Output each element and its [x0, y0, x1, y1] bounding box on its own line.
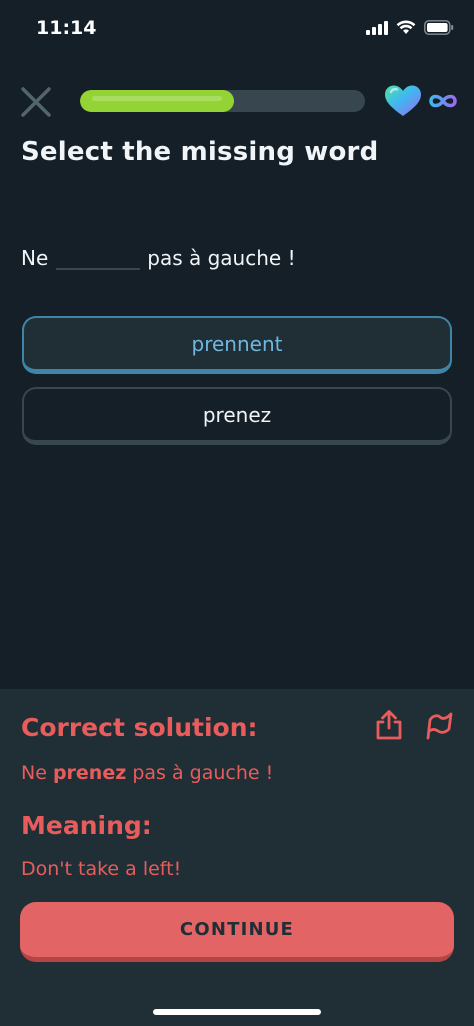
wifi-icon: [396, 20, 416, 34]
status-bar: 11:14: [0, 0, 474, 60]
feedback-panel: Correct solution: Ne prenez pas à gauche…: [0, 689, 474, 1026]
option-prennent[interactable]: prennent: [22, 316, 452, 374]
share-icon[interactable]: [374, 709, 404, 741]
close-icon[interactable]: [18, 84, 54, 120]
heart-icon[interactable]: [384, 84, 422, 118]
correct-solution-text: Ne prenez pas à gauche !: [21, 762, 273, 784]
answer-blank: [56, 232, 141, 270]
challenge-sentence: Ne pas à gauche !: [21, 232, 296, 270]
cellular-signal-icon: [366, 20, 388, 35]
challenge-title: Select the missing word: [21, 137, 379, 167]
solution-answer: prenez: [52, 762, 127, 784]
sentence-suffix: pas à gauche !: [147, 246, 296, 270]
solution-prefix: Ne: [21, 762, 53, 784]
status-time: 11:14: [36, 17, 97, 39]
home-indicator[interactable]: [153, 1009, 321, 1015]
solution-suffix: pas à gauche !: [126, 762, 274, 784]
infinity-icon: [429, 94, 457, 108]
option-prenez[interactable]: prenez: [22, 387, 452, 445]
lesson-progress-bar: [80, 90, 365, 112]
continue-button[interactable]: CONTINUE: [20, 902, 454, 962]
meaning-heading: Meaning:: [21, 811, 152, 840]
battery-icon: [424, 20, 454, 35]
meaning-text: Don't take a left!: [21, 858, 182, 880]
lesson-progress-fill: [80, 90, 234, 112]
status-icons: [366, 20, 454, 35]
option-label: prenez: [202, 402, 272, 427]
flag-icon[interactable]: [424, 711, 454, 741]
option-label: prennent: [191, 331, 283, 356]
correct-solution-heading: Correct solution:: [21, 713, 258, 742]
sentence-prefix: Ne: [21, 246, 49, 270]
